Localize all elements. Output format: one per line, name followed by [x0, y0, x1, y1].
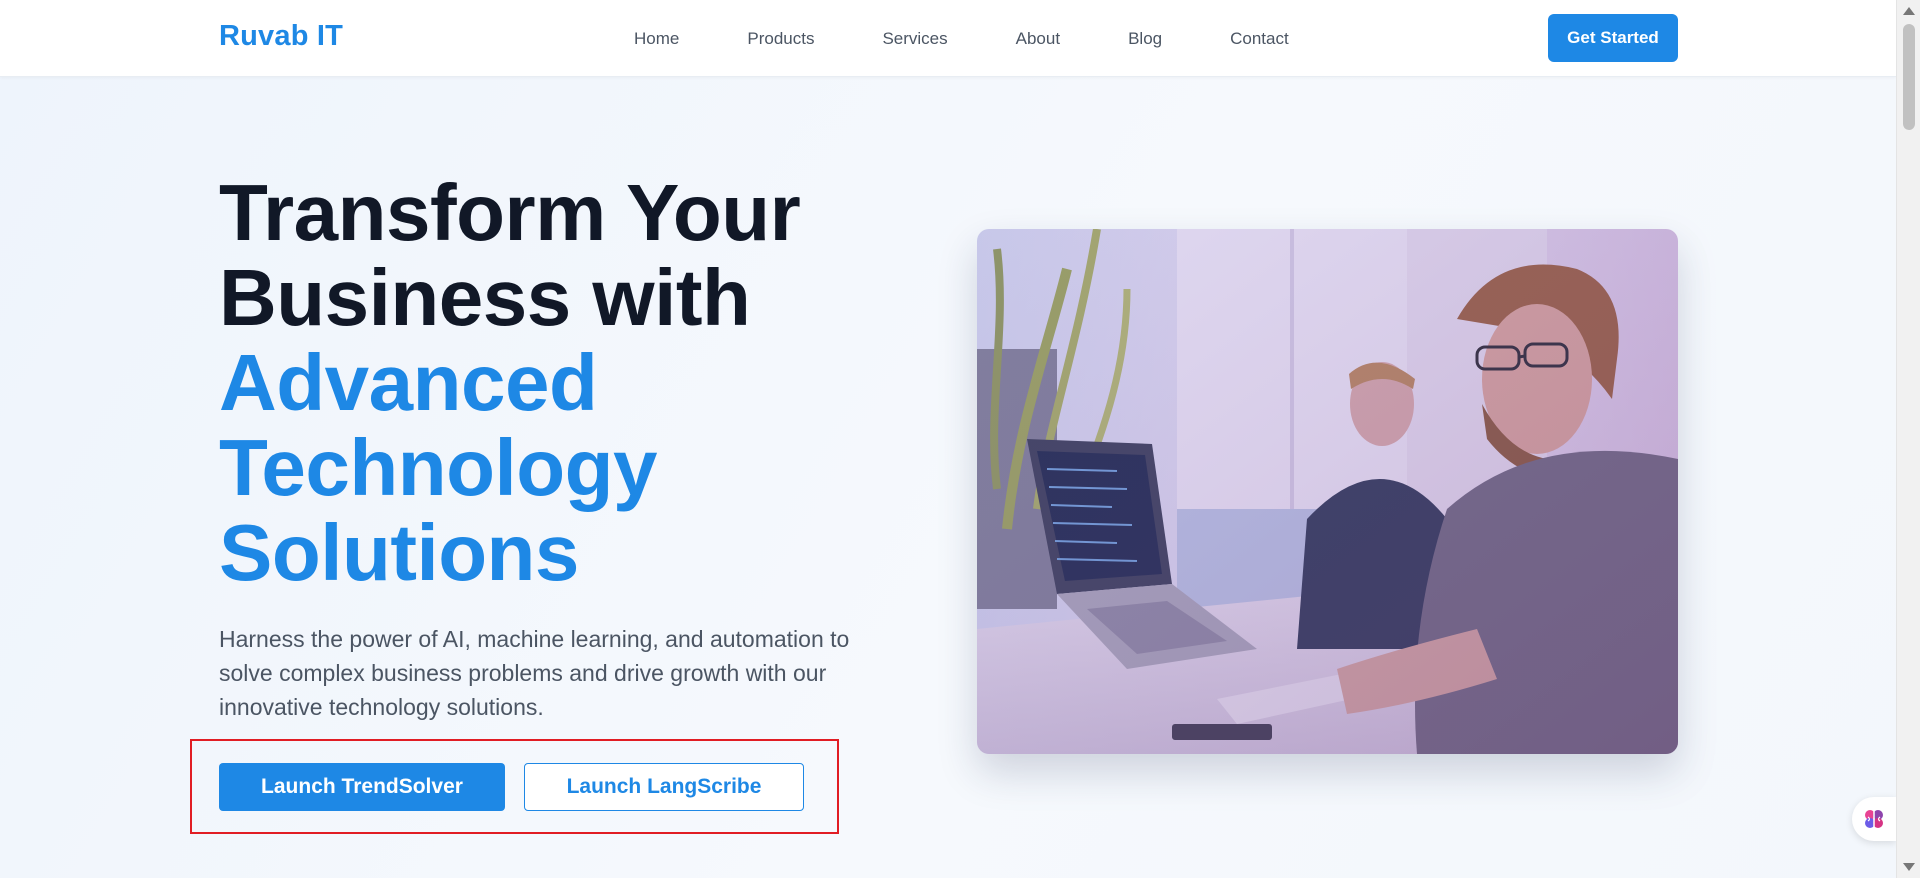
- brand-logo[interactable]: Ruvab IT: [219, 20, 343, 53]
- scroll-thumb[interactable]: [1903, 24, 1915, 130]
- page-viewport: Ruvab IT Home Products Services About Bl…: [0, 0, 1896, 878]
- hero-title-line1: Transform Your: [219, 168, 801, 257]
- nav-blog[interactable]: Blog: [1128, 29, 1162, 49]
- launch-langscribe-button[interactable]: Launch LangScribe: [524, 763, 804, 811]
- office-photo-icon: [977, 229, 1678, 754]
- hero-subtitle: Harness the power of AI, machine learnin…: [219, 626, 850, 720]
- site-header: Ruvab IT Home Products Services About Bl…: [0, 0, 1896, 77]
- nav-about[interactable]: About: [1016, 29, 1060, 49]
- hero-title: Transform Your Business with Advanced Te…: [219, 170, 919, 595]
- main-nav: Home Products Services About Blog Contac…: [600, 0, 1323, 77]
- nav-contact[interactable]: Contact: [1230, 29, 1289, 49]
- page-scrollbar[interactable]: [1896, 0, 1920, 878]
- brain-icon: [1865, 810, 1883, 828]
- hero-title-accent3: Solutions: [219, 508, 579, 597]
- chat-widget[interactable]: [1852, 797, 1896, 841]
- scroll-down-arrow-icon[interactable]: [1903, 863, 1915, 871]
- nav-products[interactable]: Products: [747, 29, 814, 49]
- get-started-button[interactable]: Get Started: [1548, 14, 1678, 62]
- hero-title-line2: Business with: [219, 253, 751, 342]
- nav-home[interactable]: Home: [634, 29, 679, 49]
- hero-title-accent1: Advanced: [219, 338, 598, 427]
- scroll-up-arrow-icon[interactable]: [1903, 7, 1915, 15]
- hero-image: [977, 229, 1678, 754]
- hero-title-accent2: Technology: [219, 423, 657, 512]
- launch-trendsolver-button[interactable]: Launch TrendSolver: [219, 763, 505, 811]
- nav-services[interactable]: Services: [882, 29, 947, 49]
